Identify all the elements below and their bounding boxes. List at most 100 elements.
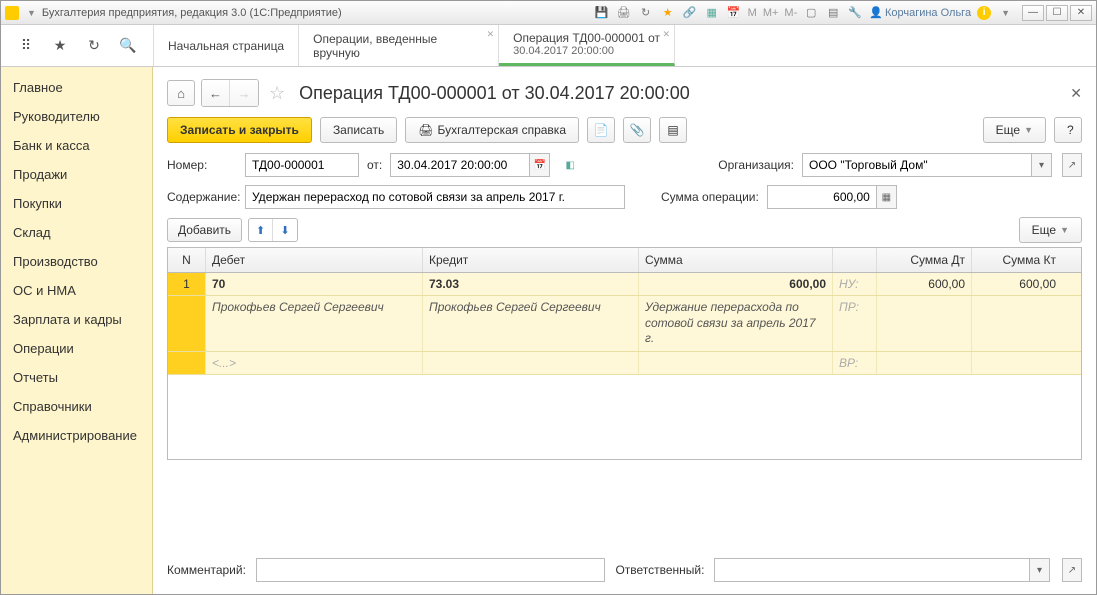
sidebar-item-purchases[interactable]: Покупки (1, 189, 152, 218)
comment-input[interactable] (256, 558, 606, 582)
col-sum-kt[interactable]: Сумма Кт (972, 248, 1062, 272)
org-input[interactable] (802, 153, 1032, 177)
tab-home[interactable]: Начальная страница (154, 25, 299, 66)
links-icon[interactable]: 🔗 (682, 5, 698, 21)
attach-file-button[interactable]: 📄 (587, 117, 615, 143)
favorite-icon[interactable]: ★ (660, 5, 676, 21)
calendar-picker-icon[interactable]: 📅 (530, 153, 550, 177)
sidebar-item-sales[interactable]: Продажи (1, 160, 152, 189)
cell-sum-kt[interactable]: 600,00 (972, 273, 1062, 295)
responsible-input[interactable] (714, 558, 1030, 582)
main-area: ⌂ ← → ☆ Операция ТД00-000001 от 30.04.20… (153, 67, 1096, 594)
date-ext-button[interactable]: ◧ (560, 153, 580, 177)
col-sum[interactable]: Сумма (639, 248, 833, 272)
sidebar-item-production[interactable]: Производство (1, 247, 152, 276)
grid-row[interactable]: 1 70 73.03 600,00 НУ: 600,00 600,00 (168, 273, 1081, 296)
add-row-button[interactable]: Добавить (167, 218, 242, 242)
col-n[interactable]: N (168, 248, 206, 272)
sum-input[interactable] (767, 185, 877, 209)
sidebar-item-main[interactable]: Главное (1, 73, 152, 102)
move-up-button[interactable]: ⬆ (249, 219, 273, 241)
tab-bar: Начальная страница Операции, введенные в… (153, 25, 675, 66)
responsible-open-button[interactable]: ↗ (1062, 558, 1082, 582)
info-icon[interactable]: i (977, 6, 991, 20)
maximize-button[interactable]: ☐ (1046, 5, 1068, 21)
table-more-button[interactable]: Еще ▼ (1019, 217, 1082, 243)
cell-sum-desc[interactable]: Удержание перерасхода по сотовой связи з… (639, 296, 833, 351)
tab-close-icon[interactable]: ✕ (487, 29, 495, 40)
history-icon[interactable]: ↻ (85, 37, 103, 55)
date-input[interactable] (390, 153, 530, 177)
forward-button[interactable]: → (230, 80, 258, 106)
move-down-button[interactable]: ⬇ (273, 219, 297, 241)
calendar-icon[interactable]: 📅 (726, 5, 742, 21)
save-icon[interactable]: 💾 (594, 5, 610, 21)
panel1-icon[interactable]: ▢ (803, 5, 819, 21)
content-label: Содержание: (167, 190, 237, 204)
cell-debit-ellipsis[interactable]: <...> (206, 352, 423, 374)
save-close-button[interactable]: Записать и закрыть (167, 117, 312, 143)
minimize-button[interactable]: — (1022, 5, 1044, 21)
cell-credit-sub[interactable]: Прокофьев Сергей Сергеевич (423, 296, 639, 351)
tool-icon[interactable]: 🔧 (847, 5, 863, 21)
close-page-button[interactable]: ✕ (1070, 85, 1082, 102)
back-button[interactable]: ← (202, 80, 230, 106)
from-label: от: (367, 158, 382, 172)
app-menu-dropdown[interactable]: ▼ (27, 8, 36, 18)
print-icon: 🖨 (418, 123, 433, 137)
cell-sum-dt[interactable]: 600,00 (877, 273, 972, 295)
print-icon[interactable]: 🖨 (616, 5, 632, 21)
close-window-button[interactable]: ✕ (1070, 5, 1092, 21)
col-credit[interactable]: Кредит (423, 248, 639, 272)
tab-close-icon[interactable]: ✕ (663, 29, 671, 40)
memory-mminus[interactable]: M- (784, 7, 797, 19)
home-button[interactable]: ⌂ (167, 80, 195, 106)
sidebar-item-bank[interactable]: Банк и касса (1, 131, 152, 160)
cell-debit-sub[interactable]: Прокофьев Сергей Сергеевич (206, 296, 423, 351)
grid-row[interactable]: <...> ВР: (168, 352, 1081, 375)
help-button[interactable]: ? (1054, 117, 1082, 143)
sidebar-item-payroll[interactable]: Зарплата и кадры (1, 305, 152, 334)
favorite-toggle[interactable]: ☆ (269, 83, 285, 104)
grid-row[interactable]: Прокофьев Сергей Сергеевич Прокофьев Сер… (168, 296, 1081, 352)
titlebar: ▼ Бухгалтерия предприятия, редакция 3.0 … (1, 1, 1096, 25)
more-button[interactable]: Еще ▼ (983, 117, 1046, 143)
save-button[interactable]: Записать (320, 117, 397, 143)
cell-tag-nu: НУ: (833, 273, 877, 295)
star-icon[interactable]: ★ (51, 37, 69, 55)
cell-sum[interactable]: 600,00 (639, 273, 833, 295)
tab-operations-list[interactable]: Операции, введенные вручную ✕ (299, 25, 499, 66)
responsible-dropdown-icon[interactable]: ▾ (1030, 558, 1050, 582)
panel2-icon[interactable]: ▤ (825, 5, 841, 21)
calc-picker-icon[interactable]: ▦ (877, 185, 897, 209)
memory-m[interactable]: M (748, 7, 757, 19)
memory-mplus[interactable]: M+ (763, 7, 779, 19)
col-debit[interactable]: Дебет (206, 248, 423, 272)
sidebar-item-admin[interactable]: Администрирование (1, 421, 152, 450)
sidebar-item-catalogs[interactable]: Справочники (1, 392, 152, 421)
cell-credit-acc[interactable]: 73.03 (423, 273, 639, 295)
sidebar-item-operations[interactable]: Операции (1, 334, 152, 363)
search-icon[interactable]: 🔍 (119, 37, 137, 55)
sidebar-item-warehouse[interactable]: Склад (1, 218, 152, 247)
org-label: Организация: (718, 158, 794, 172)
current-user[interactable]: 👤 Корчагина Ольга (869, 6, 971, 19)
clip-button[interactable]: 📎 (623, 117, 651, 143)
sidebar-item-reports[interactable]: Отчеты (1, 363, 152, 392)
number-input[interactable] (245, 153, 359, 177)
info-dropdown[interactable]: ▼ (1001, 8, 1010, 18)
apps-icon[interactable]: ⠿ (17, 37, 35, 55)
report-button[interactable]: 🖨Бухгалтерская справка (405, 117, 579, 143)
org-dropdown-icon[interactable]: ▾ (1032, 153, 1052, 177)
content-input[interactable] (245, 185, 625, 209)
calc-icon[interactable]: ▦ (704, 5, 720, 21)
sum-label: Сумма операции: (661, 190, 759, 204)
org-open-button[interactable]: ↗ (1062, 153, 1082, 177)
template-button[interactable]: ▤ (659, 117, 687, 143)
reload-icon[interactable]: ↻ (638, 5, 654, 21)
sidebar-item-assets[interactable]: ОС и НМА (1, 276, 152, 305)
tab-operation-doc[interactable]: Операция ТД00-000001 от 30.04.2017 20:00… (499, 25, 675, 66)
col-sum-dt[interactable]: Сумма Дт (877, 248, 972, 272)
cell-debit-acc[interactable]: 70 (206, 273, 423, 295)
sidebar-item-manager[interactable]: Руководителю (1, 102, 152, 131)
